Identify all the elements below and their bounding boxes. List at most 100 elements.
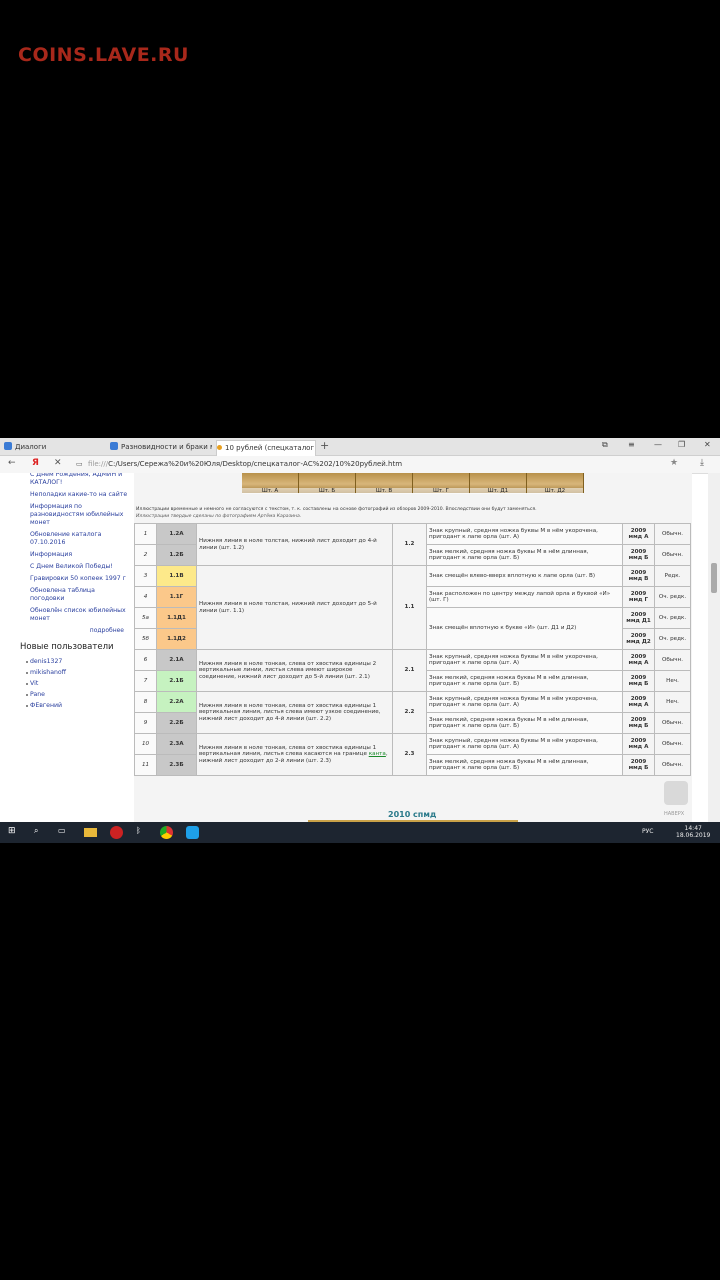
minimize-icon[interactable]: — [654, 440, 662, 449]
coin-photo: Шт. А [242, 473, 299, 494]
table-row: 6 2.1А Нижняя линия в ноле тонкая, слева о… [134, 649, 691, 692]
illustration-credit: Иллюстрации твердые сделаны по фотографи… [136, 514, 302, 519]
row-number: 2 [134, 544, 157, 566]
scroll-up-button[interactable] [664, 781, 688, 805]
page-info-icon[interactable]: ▭ [76, 460, 83, 468]
tabs-icon[interactable]: ⧉ [602, 440, 608, 450]
user-link[interactable]: mikishanoff [26, 669, 134, 676]
system-clock[interactable]: 14:47 18.06.2019 [676, 825, 710, 839]
year-mint-link[interactable]: 2009 ммд Д1 [622, 607, 655, 629]
coin-photo: Шт. В [356, 473, 413, 494]
variety-code: 1.2Б [156, 544, 197, 566]
group-description: Нижняя линия в ноле тонкая, слева от хво… [196, 691, 393, 734]
page-icon [217, 445, 222, 450]
sidebar-news-link[interactable]: Обновлён список юбилейных монет [30, 607, 128, 623]
year-mint-link[interactable]: 2009 ммд А [622, 649, 655, 671]
bluetooth-icon[interactable]: ᛒ [136, 826, 149, 839]
skype-icon[interactable] [186, 826, 199, 839]
rarity-label: Оч. редк. [654, 586, 691, 608]
group-code[interactable]: 1.2 [392, 523, 427, 566]
year-mint-link[interactable]: 2009 ммд А [622, 523, 655, 545]
year-mint-link[interactable]: 2009 ммд Б [622, 544, 655, 566]
chrome-icon[interactable] [160, 826, 173, 839]
new-tab-button[interactable]: + [320, 439, 329, 452]
browser-tabbar: Диалоги Разновидности и браки м 10 рубле… [0, 438, 720, 456]
row-number: 10 [134, 733, 157, 755]
back-icon[interactable]: ← [8, 458, 16, 468]
group-description: Нижняя линия в ноле тонкая, слева от хво… [196, 649, 393, 692]
rarity-label: Обычн. [654, 523, 691, 545]
yandex-browser-icon[interactable] [110, 826, 123, 839]
start-icon[interactable]: ⊞ [8, 826, 21, 839]
sidebar-news-link[interactable]: Обновлена таблица погодовки [30, 587, 128, 603]
variety-code: 1.1В [156, 565, 197, 587]
maximize-icon[interactable]: ❐ [678, 440, 685, 449]
illustration-note: Иллюстрации временные и немного не согла… [136, 507, 537, 512]
sidebar-news-link[interactable]: Неполадки какие-то на сайте [30, 491, 128, 499]
close-window-icon[interactable]: ✕ [704, 440, 711, 449]
stop-icon[interactable]: ✕ [54, 458, 62, 468]
coin-photo: Шт. Д2 [527, 473, 584, 494]
row-number: 5а [134, 607, 157, 629]
mint-label: ммд Б [628, 765, 649, 771]
user-link[interactable]: Vit [26, 680, 134, 687]
more-link[interactable]: подробнее [0, 627, 124, 634]
sidebar-news-link[interactable]: С Днем Рождения, АДМИН и КАТАЛОГ! [30, 473, 128, 487]
file-explorer-icon[interactable] [84, 828, 97, 837]
yandex-icon[interactable]: Я [32, 458, 39, 468]
screenshot-screen: Диалоги Разновидности и браки м 10 рубле… [0, 438, 720, 843]
variety-code: 2.1А [156, 649, 197, 671]
mint-label: ммд А [628, 744, 649, 750]
search-icon[interactable]: ⌕ [34, 826, 47, 839]
sidebar-news-link[interactable]: Гравировки 50 копеек 1997 г [30, 575, 128, 583]
stamp-feature: Знак смещён вплотную к букве «И» (шт. Д1… [426, 607, 623, 650]
download-icon[interactable]: ⤓ [700, 458, 704, 468]
year-mint-link[interactable]: 2009 ммд Б [622, 712, 655, 734]
sidebar-news-link[interactable]: С Днем Великой Победы! [30, 563, 128, 571]
mint-label: ммд А [628, 660, 649, 666]
variety-code: 1.1Д1 [156, 607, 197, 629]
mint-label: ммд В [628, 576, 649, 582]
year-mint-link[interactable]: 2009 ммд А [622, 733, 655, 755]
user-link[interactable]: ФЕвгений [26, 702, 134, 709]
group-description: Нижняя линия в ноле толстая, нижний лист… [196, 523, 393, 566]
mint-label: ммд А [628, 702, 649, 708]
rarity-label: Обычн. [654, 754, 691, 776]
url-field[interactable]: file:///C:/Users/Сережа%20и%20Юля/Deskto… [88, 459, 668, 470]
sidebar-news-link[interactable]: Информация по разновидностям юбилейных м… [30, 503, 128, 527]
sidebar-news-link[interactable]: Информация [30, 551, 128, 559]
user-link[interactable]: Pane [26, 691, 134, 698]
tab-dialogs[interactable]: Диалоги [4, 440, 104, 455]
group-code[interactable]: 2.3 [392, 733, 427, 776]
group-code[interactable]: 1.1 [392, 565, 427, 650]
language-indicator[interactable]: РУС [642, 828, 653, 835]
varieties-table: 1 1.2А Нижняя линия в ноле толстая, нижний… [134, 523, 691, 776]
tab-10-rubles[interactable]: 10 рублей (спецкаталог✕ [216, 440, 316, 456]
tab-varieties[interactable]: Разновидности и браки м [110, 440, 212, 455]
stamp-feature: Знак мелкий, средняя ножка буквы М в нём… [426, 754, 623, 776]
task-view-icon[interactable]: ▭ [58, 826, 71, 839]
year-mint-link[interactable]: 2009 ммд В [622, 565, 655, 587]
rarity-label: Обычн. [654, 712, 691, 734]
stamp-feature: Знак мелкий, средняя ножка буквы М в нём… [426, 712, 623, 734]
year-mint-link[interactable]: 2009 ммд Б [622, 670, 655, 692]
year-mint-link[interactable]: 2009 ммд Д2 [622, 628, 655, 650]
scrollbar-thumb[interactable] [711, 563, 717, 593]
row-number: 9 [134, 712, 157, 734]
address-bar: ← Я ✕ ▭ file:///C:/Users/Сережа%20и%20Юл… [0, 456, 720, 474]
menu-icon[interactable]: ≡ [628, 440, 635, 449]
stamp-feature: Знак крупный, средняя ножка буквы М в нё… [426, 649, 623, 671]
group-code[interactable]: 2.1 [392, 649, 427, 692]
page-scrollbar[interactable] [708, 473, 720, 825]
scroll-up-label: НАВЕРХ [664, 811, 685, 817]
highlighted-term: канта [368, 751, 386, 758]
sidebar-news-link[interactable]: Обновление каталога 07.10.2016 [30, 531, 128, 547]
group-code[interactable]: 2.2 [392, 691, 427, 734]
year-mint-link[interactable]: 2009 ммд Г [622, 586, 655, 608]
year-mint-link[interactable]: 2009 ммд Б [622, 754, 655, 776]
year-mint-link[interactable]: 2009 ммд А [622, 691, 655, 713]
bookmark-icon[interactable]: ★ [670, 458, 678, 468]
user-link[interactable]: denis1327 [26, 658, 134, 665]
forum-sidebar: С Днем Рождения, АДМИН и КАТАЛОГ! Непола… [0, 473, 135, 825]
table-row: 10 2.3А Нижняя линия в ноле тонкая, слева … [134, 733, 691, 776]
